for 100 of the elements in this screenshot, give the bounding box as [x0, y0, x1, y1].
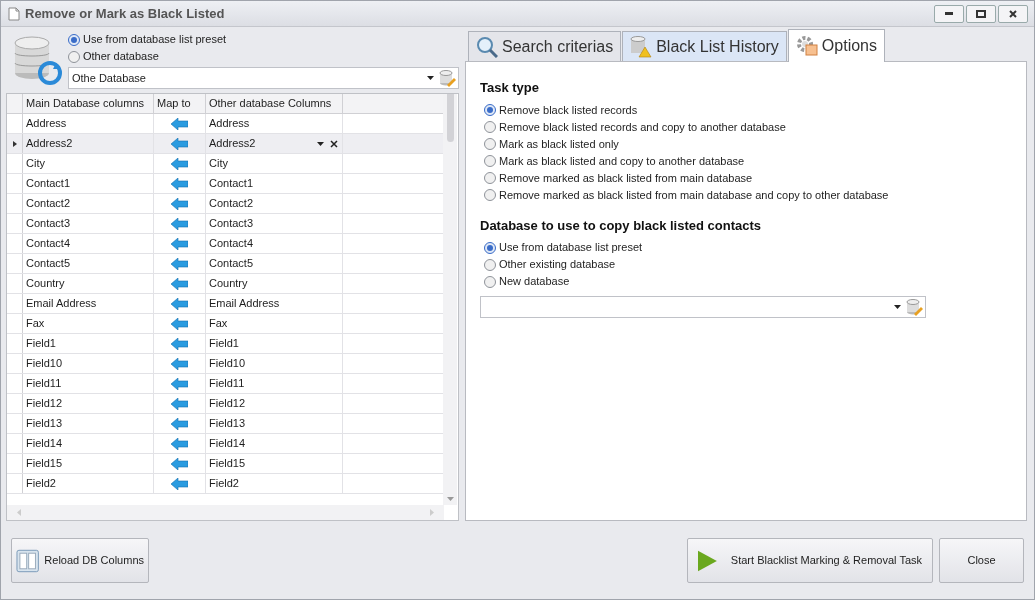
table-cell: Address [23, 114, 154, 133]
left-arrow-icon [171, 397, 188, 410]
table-cell: Contact1 [206, 174, 343, 193]
database-sync-icon [12, 33, 64, 85]
left-arrow-icon [171, 317, 188, 330]
table-cell: City [206, 154, 343, 173]
table-cell: Contact3 [23, 214, 154, 233]
left-arrow-icon [171, 377, 188, 390]
dropdown-cell[interactable]: Address2 [206, 134, 343, 153]
radio-icon[interactable] [68, 33, 80, 46]
caret-icon [317, 141, 324, 146]
radio-option[interactable]: Mark as black listed only [484, 135, 619, 153]
database-dropdown[interactable] [480, 296, 926, 318]
document-icon [7, 6, 21, 21]
scroll-left-icon [17, 509, 21, 516]
magnifier-icon [476, 36, 498, 58]
radio-option[interactable]: Remove marked as black listed from main database [484, 169, 753, 187]
radio-option[interactable]: Remove black listed records and copy to another database [484, 118, 786, 136]
table-cell: Contact2 [23, 194, 154, 213]
table-cell: Field1 [206, 334, 343, 353]
radio-icon[interactable] [484, 121, 496, 133]
caret-icon [894, 305, 901, 309]
column-header[interactable]: Other database Columns [206, 94, 343, 113]
table-cell: Field2 [23, 474, 154, 493]
close-button[interactable] [998, 4, 1028, 23]
left-arrow-icon [171, 197, 188, 210]
minimize-button[interactable] [934, 4, 964, 23]
table-cell: Contact5 [23, 254, 154, 273]
radio-icon[interactable] [484, 155, 496, 167]
left-arrow-icon [171, 477, 188, 490]
minimize-icon [945, 12, 953, 15]
left-arrow-icon [171, 137, 188, 150]
radio-option[interactable]: Use from database list preset [68, 31, 227, 48]
database-warning-icon [630, 36, 653, 58]
radio-icon[interactable] [484, 241, 496, 254]
section-heading: Task type [480, 79, 540, 97]
left-arrow-icon [171, 457, 188, 470]
table-cell: Field10 [206, 354, 343, 373]
table-cell: Field15 [206, 454, 343, 473]
radio-icon[interactable] [68, 50, 80, 63]
column-header[interactable]: Map to [154, 94, 206, 113]
column-header[interactable]: Main Database columns [23, 94, 154, 113]
left-arrow-icon [171, 157, 188, 170]
row-indicator-icon [12, 140, 17, 147]
left-arrow-icon [171, 417, 188, 430]
left-arrow-icon [171, 237, 188, 250]
left-arrow-icon [171, 357, 188, 370]
clear-icon[interactable] [330, 139, 338, 148]
vertical-scrollbar[interactable] [443, 94, 457, 505]
left-arrow-icon [171, 217, 188, 230]
database-edit-icon [905, 298, 923, 316]
table-cell: Field2 [206, 474, 343, 493]
radio-option[interactable]: New database [484, 273, 570, 290]
window-title: Remove or Mark as Black Listed [25, 4, 225, 23]
table-cell: Country [23, 274, 154, 293]
caret-icon [427, 76, 434, 80]
database-dropdown[interactable]: Othe Database [68, 67, 459, 89]
database-edit-icon [438, 69, 456, 87]
section-heading: Database to use to copy black listed contacts [480, 216, 763, 235]
table-cell: Fax [206, 314, 343, 333]
maximize-button[interactable] [966, 4, 996, 23]
table-cell: Field12 [23, 394, 154, 413]
table-cell: Address [206, 114, 343, 133]
radio-icon[interactable] [484, 172, 496, 184]
left-arrow-icon [171, 177, 188, 190]
close-button[interactable]: Close [939, 538, 1024, 583]
gear-icon [795, 35, 818, 57]
table-cell: City [23, 154, 154, 173]
tab[interactable]: Options [787, 29, 885, 62]
radio-option[interactable]: Other database [68, 48, 159, 65]
scroll-right-icon [430, 509, 434, 516]
table-cell: Email Address [23, 294, 154, 313]
radio-icon[interactable] [484, 104, 496, 116]
horizontal-scrollbar[interactable] [7, 505, 444, 520]
table-cell: Contact4 [23, 234, 154, 253]
table-cell: Contact4 [206, 234, 343, 253]
radio-option[interactable]: Use from database list preset [484, 239, 643, 256]
table-cell: Contact3 [206, 214, 343, 233]
left-arrow-icon [171, 117, 188, 130]
close-icon [1009, 9, 1017, 18]
table-cell: Fax [23, 314, 154, 333]
radio-option[interactable]: Remove marked as black listed from main database and copy to other database [484, 186, 889, 204]
table-cell: Contact1 [23, 174, 154, 193]
start-task-button[interactable]: Start Blacklist Marking & Removal Task [687, 538, 933, 583]
table-cell: Field11 [23, 374, 154, 393]
reload-button[interactable]: Reload DB Columns [11, 538, 149, 583]
tab[interactable]: Search criterias [468, 31, 622, 62]
columns-icon [16, 548, 40, 573]
radio-icon[interactable] [484, 258, 496, 271]
play-icon [698, 549, 717, 572]
radio-icon[interactable] [484, 189, 496, 201]
table-cell: Field1 [23, 334, 154, 353]
table-cell: Contact2 [206, 194, 343, 213]
radio-icon[interactable] [484, 138, 496, 150]
radio-option[interactable]: Mark as black listed and copy to another database [484, 152, 745, 170]
radio-option[interactable]: Remove black listed records [484, 101, 638, 119]
tab[interactable]: Black List History [622, 31, 787, 62]
radio-option[interactable]: Other existing database [484, 256, 616, 273]
table-cell: Field14 [206, 434, 343, 453]
radio-icon[interactable] [484, 275, 496, 288]
